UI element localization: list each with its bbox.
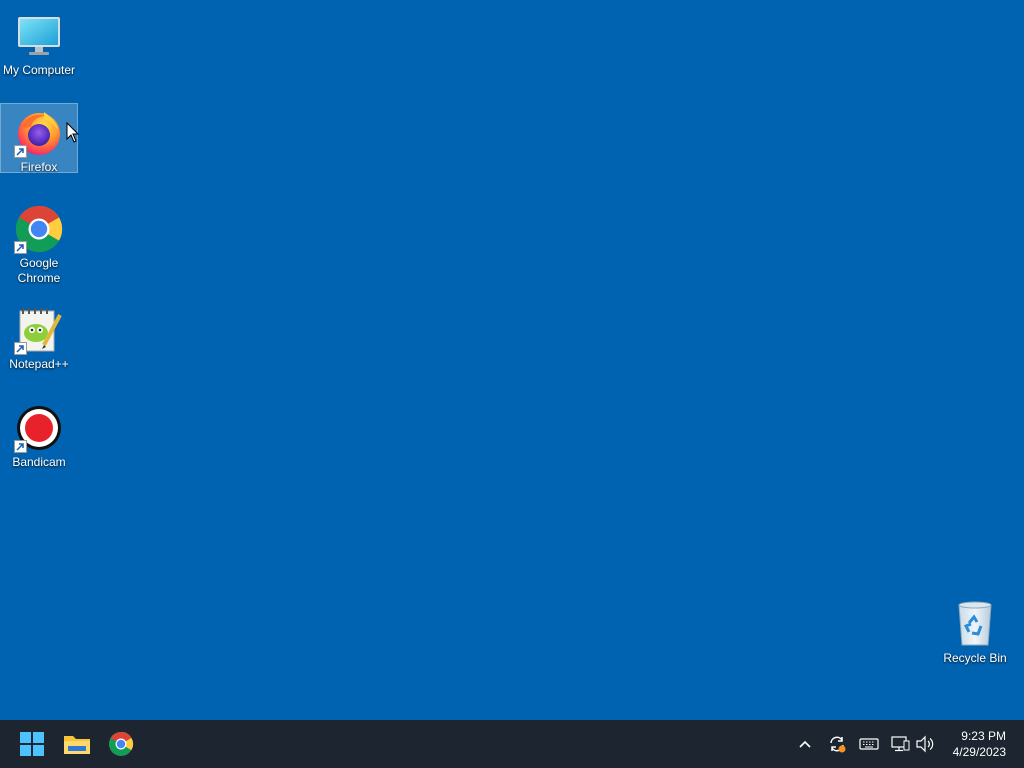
tray-sync-button[interactable] bbox=[825, 732, 849, 756]
file-explorer-icon bbox=[64, 736, 90, 754]
tray-keyboard-button[interactable] bbox=[857, 732, 881, 756]
desktop-icon-label: My Computer bbox=[2, 63, 76, 77]
start-windows-icon bbox=[20, 732, 44, 756]
desktop-icon-label: Notepad++ bbox=[9, 357, 69, 371]
start-button[interactable] bbox=[12, 724, 52, 764]
shortcut-arrow-icon bbox=[14, 145, 27, 158]
desktop[interactable]: My Computer Firefox Google Chrome Notepa… bbox=[0, 0, 1024, 720]
taskbar-clock[interactable]: 9:23 PM 4/29/2023 bbox=[953, 728, 1006, 760]
sync-icon bbox=[830, 736, 846, 753]
desktop-icon-label: Recycle Bin bbox=[943, 651, 1007, 665]
taskbar: 9:23 PM 4/29/2023 bbox=[0, 720, 1024, 768]
bandicam-icon bbox=[14, 403, 64, 453]
desktop-icon-recycle-bin[interactable]: Recycle Bin bbox=[936, 594, 1014, 667]
taskbar-file-explorer-button[interactable] bbox=[57, 724, 97, 764]
desktop-icon-notepadpp[interactable]: Notepad++ bbox=[0, 300, 78, 373]
taskbar-chrome-button[interactable] bbox=[101, 724, 141, 764]
mouse-cursor-icon bbox=[66, 122, 80, 143]
network-icon bbox=[891, 736, 910, 752]
chevron-up-icon bbox=[799, 740, 811, 748]
firefox-icon bbox=[14, 108, 64, 158]
desktop-icon-bandicam[interactable]: Bandicam bbox=[0, 398, 78, 471]
desktop-icon-label: Firefox bbox=[20, 160, 58, 174]
shortcut-arrow-icon bbox=[14, 342, 27, 355]
keyboard-icon bbox=[859, 738, 879, 750]
shortcut-arrow-icon bbox=[14, 241, 27, 254]
tray-network-button[interactable] bbox=[888, 732, 912, 756]
desktop-icon-label: Google Chrome bbox=[17, 256, 61, 285]
monitor-icon bbox=[14, 11, 64, 61]
desktop-icon-google-chrome[interactable]: Google Chrome bbox=[0, 199, 78, 287]
chrome-icon bbox=[14, 204, 64, 254]
show-hidden-icons-button[interactable] bbox=[793, 732, 817, 756]
chrome-icon bbox=[108, 731, 134, 757]
recycle-bin-icon bbox=[950, 599, 1000, 649]
clock-time: 9:23 PM bbox=[961, 729, 1006, 743]
desktop-icon-label: Bandicam bbox=[12, 455, 66, 469]
shortcut-arrow-icon bbox=[14, 440, 27, 453]
volume-icon bbox=[916, 735, 934, 753]
notepadpp-icon bbox=[14, 305, 64, 355]
tray-volume-button[interactable] bbox=[913, 732, 937, 756]
clock-date: 4/29/2023 bbox=[952, 745, 1006, 759]
desktop-icon-my-computer[interactable]: My Computer bbox=[0, 6, 78, 79]
